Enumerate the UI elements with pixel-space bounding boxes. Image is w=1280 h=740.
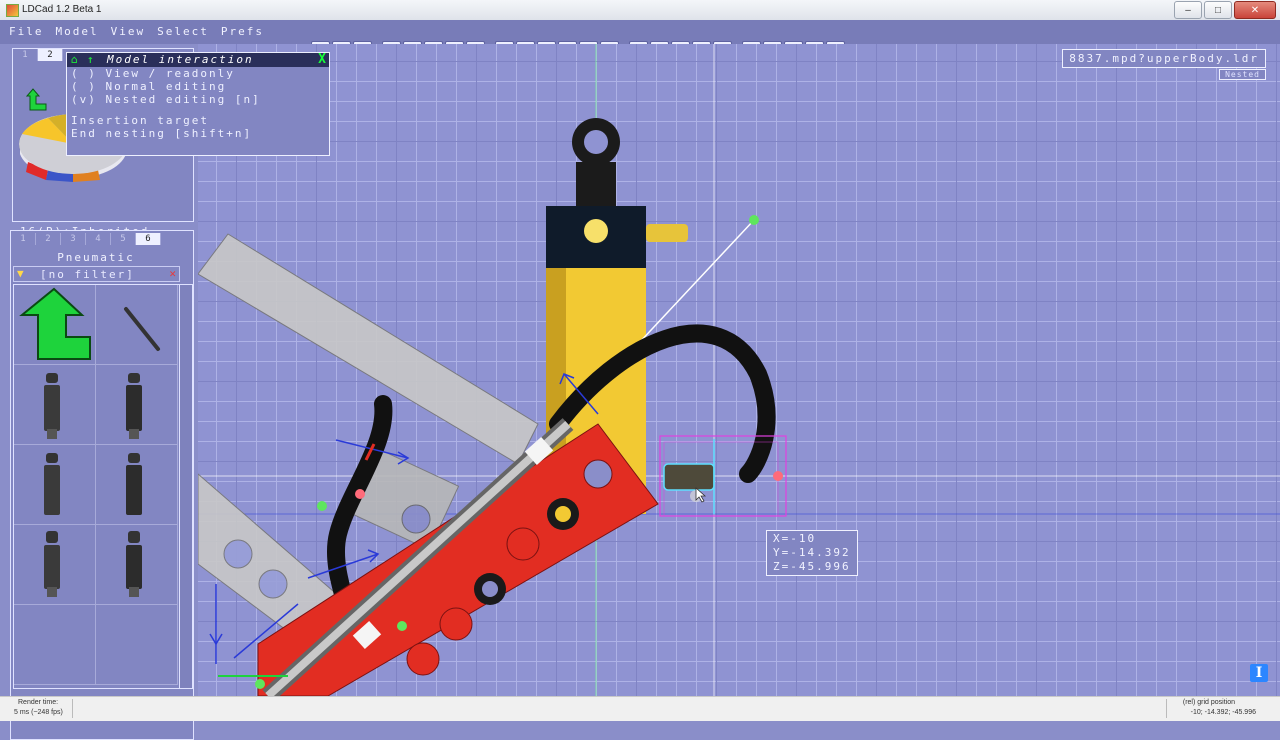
app-icon <box>6 4 19 17</box>
menu-view[interactable]: View <box>111 25 146 38</box>
coord-z: Z=-45.996 <box>773 560 851 573</box>
model-interaction-popup: ⌂ ↑ Model interaction X ( ) View / reado… <box>66 52 330 156</box>
option-normal-editing[interactable]: ( ) Normal editing <box>67 80 329 93</box>
part-cell-cylinder-6[interactable] <box>96 525 178 605</box>
part-cell-cylinder-5[interactable] <box>14 525 96 605</box>
part-cell-cylinder-1[interactable] <box>14 365 96 445</box>
part-tab-1[interactable]: 1 <box>11 233 36 245</box>
model-viewport[interactable]: 8837.mpd?upperBody.ldr Nested X=-10 Y=-1… <box>198 44 1280 696</box>
info-icon[interactable]: I <box>1250 664 1268 682</box>
part-cell-group-up[interactable] <box>14 285 96 365</box>
render-time-label: Render time: <box>18 699 59 706</box>
coordinate-readout: X=-10 Y=-14.392 Z=-45.996 <box>766 530 858 576</box>
popup-header: ⌂ ↑ Model interaction X <box>67 52 329 67</box>
part-tab-6[interactable]: 6 <box>136 233 161 245</box>
status-separator <box>72 699 73 718</box>
model-scene[interactable] <box>198 44 1280 696</box>
main-menu: File Model View Select Prefs <box>9 25 264 38</box>
model-file-label[interactable]: 8837.mpd?upperBody.ldr <box>1062 49 1266 68</box>
up-arrow-icon[interactable]: ↑ <box>87 53 94 66</box>
cylinder-part-icon <box>44 531 60 597</box>
cylinder-part-icon <box>44 453 60 515</box>
home-icon[interactable]: ⌂ <box>71 53 78 66</box>
group-up-icon <box>19 287 91 360</box>
color-tab-1[interactable]: 1 <box>13 49 38 61</box>
grid-position-label: (rel) grid position <box>1182 699 1235 706</box>
clear-filter-icon[interactable]: ✕ <box>169 267 176 280</box>
grid-position-value: -10; -14.392; -45.996 <box>1190 709 1256 716</box>
popup-spacer <box>67 106 329 114</box>
status-separator <box>1166 699 1167 718</box>
option-view-readonly[interactable]: ( ) View / readonly <box>67 67 329 80</box>
title-bar: LDCad 1.2 Beta 1 – □ ✕ <box>0 0 1280 21</box>
window-controls: – □ ✕ <box>1174 1 1276 19</box>
coord-x: X=-10 <box>773 532 817 545</box>
inherited-arrow-icon <box>26 88 47 111</box>
cylinder-part-icon <box>126 373 142 439</box>
status-bar: Render time: 5 ms (~248 fps) (rel) grid … <box>0 696 1280 721</box>
part-tab-4[interactable]: 4 <box>86 233 111 245</box>
part-tab-3[interactable]: 3 <box>61 233 86 245</box>
color-tab-2[interactable]: 2 <box>38 49 63 61</box>
minimize-button[interactable]: – <box>1174 1 1202 19</box>
coord-y: Y=-14.392 <box>773 546 851 559</box>
render-time-value: 5 ms (~248 fps) <box>14 709 63 716</box>
part-cell-empty <box>96 605 178 685</box>
window-title: LDCad 1.2 Beta 1 <box>22 4 102 15</box>
part-cell-cylinder-4[interactable] <box>96 445 178 525</box>
maximize-button[interactable]: □ <box>1204 1 1232 19</box>
color-tabs: 1 2 <box>13 49 63 61</box>
part-tabs: 1 2 3 4 5 6 <box>11 233 161 245</box>
filter-icon: ▼ <box>17 267 24 280</box>
part-cell-cylinder-2[interactable] <box>96 365 178 445</box>
menu-bar: File Model View Select Prefs ▭ ▪ ▣ ↺ ↻ ❐… <box>0 20 1280 60</box>
part-cell-empty <box>14 605 96 685</box>
part-bin-scrollbar[interactable] <box>179 284 193 689</box>
part-tab-2[interactable]: 2 <box>36 233 61 245</box>
part-category: Pneumatic <box>57 251 135 264</box>
part-filter[interactable]: ▼ [no filter] ✕ <box>13 266 180 282</box>
part-tab-5[interactable]: 5 <box>111 233 136 245</box>
menu-model[interactable]: Model <box>56 25 99 38</box>
part-grid <box>13 284 180 689</box>
option-nested-editing[interactable]: (v) Nested editing [n] <box>67 93 329 106</box>
menu-select[interactable]: Select <box>157 25 209 38</box>
menu-file[interactable]: File <box>9 25 44 38</box>
action-insertion-target[interactable]: Insertion target <box>67 114 329 127</box>
close-button[interactable]: ✕ <box>1234 1 1276 19</box>
cylinder-part-icon <box>126 531 142 597</box>
popup-title: Model interaction <box>107 53 254 66</box>
part-cell-cylinder-3[interactable] <box>14 445 96 525</box>
nested-mode-badge: Nested <box>1219 69 1266 80</box>
hose-part-icon <box>124 307 160 351</box>
menu-prefs[interactable]: Prefs <box>221 25 264 38</box>
part-cell-hose[interactable] <box>96 285 178 365</box>
cylinder-part-icon <box>44 373 60 439</box>
filter-text: [no filter] <box>40 268 135 281</box>
popup-close-button[interactable]: X <box>318 52 326 67</box>
cylinder-part-icon <box>126 453 142 515</box>
action-end-nesting[interactable]: End nesting [shift+n] <box>67 127 329 140</box>
